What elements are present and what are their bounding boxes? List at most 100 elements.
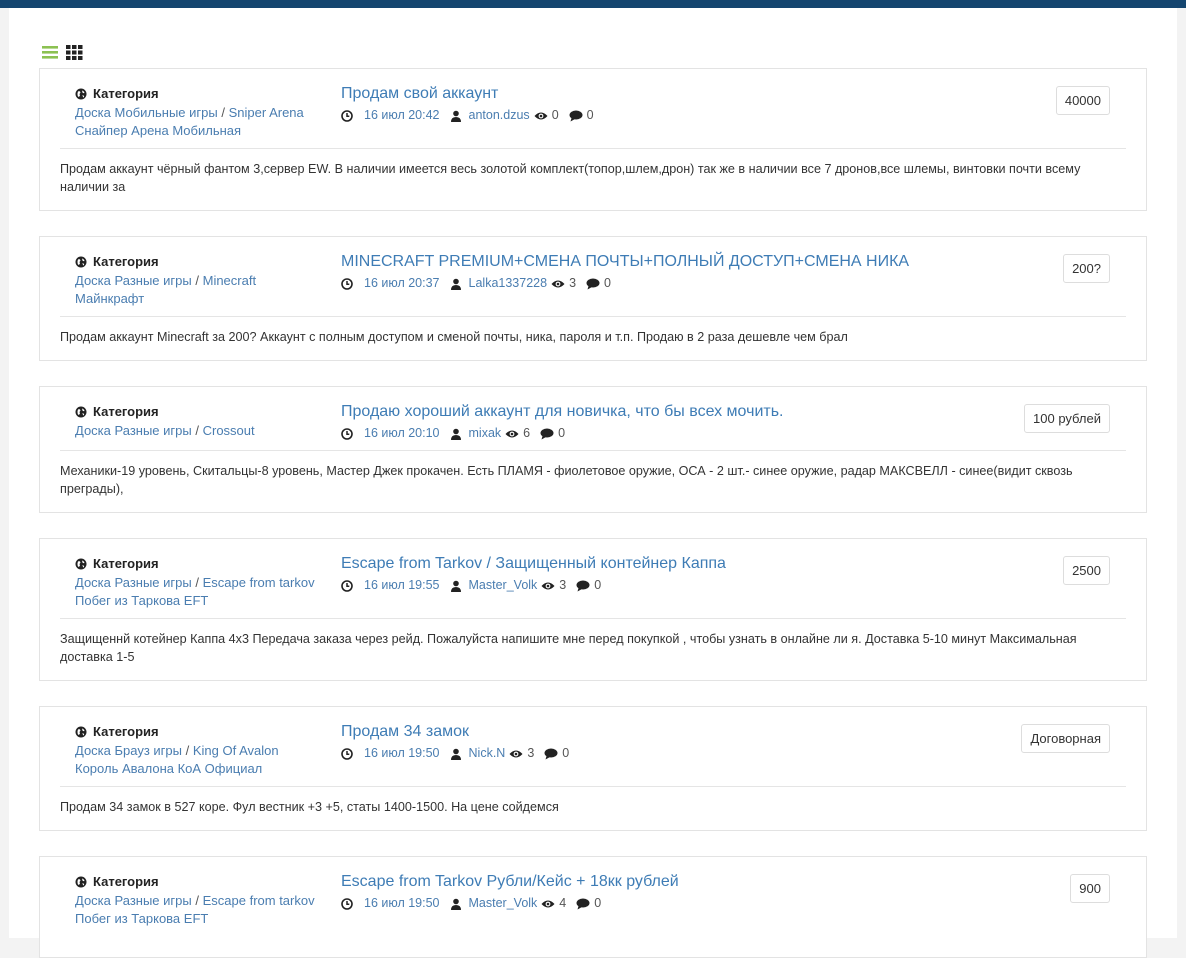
category-parent-link[interactable]: Доска Разные игры: [75, 273, 192, 288]
list-view-icon[interactable]: [42, 44, 58, 60]
listing-description: Продам 34 замок в 527 коре. Фул вестник …: [60, 800, 559, 814]
listing-date[interactable]: 16 июл 20:37: [364, 274, 440, 292]
comment-icon: [576, 579, 590, 592]
user-icon: [450, 579, 462, 592]
clock-icon: [341, 579, 353, 592]
clock-icon: [341, 747, 353, 760]
listing-meta: 16 июл 19:50 Master_Volk 4 0: [341, 894, 601, 912]
comments-count: 0: [604, 276, 611, 290]
comments-count: 0: [594, 896, 602, 910]
listing-description: Защищеннй котейнер Каппа 4x3 Передача за…: [60, 632, 1077, 664]
listing-author[interactable]: Master_Volk: [469, 894, 538, 912]
listing-meta: 16 июл 20:37 Lalka1337228 3 0: [341, 274, 611, 292]
listing-card: Категория Доска Разные игры / Escape fro…: [39, 538, 1147, 681]
listing-date[interactable]: 16 июл 19:50: [364, 894, 440, 912]
card-divider: [60, 316, 1126, 317]
listing-description: Продам аккаунт Minecraft за 200? Аккаунт…: [60, 330, 848, 344]
globe-icon: [75, 406, 87, 418]
views-count: 6: [523, 426, 531, 440]
category-label: Категория: [93, 874, 159, 889]
views-count: 3: [527, 746, 535, 760]
user-icon: [450, 427, 462, 440]
category-child-link[interactable]: Crossout: [203, 423, 255, 438]
category-label: Категория: [93, 404, 159, 419]
category-parent-link[interactable]: Доска Разные игры: [75, 893, 192, 908]
comments-count: 0: [558, 426, 566, 440]
price-badge: 200?: [1063, 254, 1110, 283]
category-parent-link[interactable]: Доска Брауз игры: [75, 743, 182, 758]
category-path: Доска Разные игры / Escape from tarkov П…: [75, 575, 315, 608]
comments-count: 0: [594, 578, 602, 592]
grid-view-icon[interactable]: [66, 44, 83, 60]
category-path: Доска Разные игры / Minecraft Майнкрафт: [75, 273, 257, 306]
category-parent-link[interactable]: Доска Мобильные игры: [75, 105, 218, 120]
price-badge: 2500: [1063, 556, 1110, 585]
listing-title[interactable]: Escape from Tarkov Рубли/Кейс + 18кк руб…: [341, 872, 679, 892]
eye-icon: [541, 897, 555, 909]
listing-date[interactable]: 16 июл 19:50: [364, 744, 440, 762]
user-icon: [450, 747, 462, 760]
comments-count: 0: [562, 746, 570, 760]
clock-icon: [341, 277, 353, 290]
category-parent-link[interactable]: Доска Разные игры: [75, 423, 192, 438]
listing-title[interactable]: Продам 34 замок: [341, 722, 469, 742]
card-divider: [60, 450, 1126, 451]
listing-title[interactable]: MINECRAFT PREMIUM+СМЕНА ПОЧТЫ+ПОЛНЫЙ ДОС…: [341, 252, 909, 272]
listing-date[interactable]: 16 июл 19:55: [364, 576, 440, 594]
user-icon: [450, 897, 462, 910]
user-icon: [450, 109, 462, 122]
listing-author[interactable]: anton.dzus: [469, 106, 530, 124]
category-label: Категория: [93, 724, 159, 739]
listing-card: Категория Доска Разные игры / Minecraft …: [39, 236, 1147, 361]
comment-icon: [576, 897, 590, 910]
clock-icon: [341, 109, 353, 122]
price-badge: 900: [1070, 874, 1110, 903]
listing-date[interactable]: 16 июл 20:42: [364, 106, 440, 124]
eye-icon: [509, 747, 523, 759]
views-count: 3: [559, 578, 567, 592]
globe-icon: [75, 558, 87, 570]
listing-description: Продам аккаунт чёрный фантом 3,сервер EW…: [60, 162, 1081, 194]
card-divider: [60, 148, 1126, 149]
category-label: Категория: [93, 86, 159, 101]
listing-meta: 16 июл 20:10 mixak 6 0: [341, 424, 565, 442]
comment-icon: [569, 109, 583, 122]
card-divider: [60, 786, 1126, 787]
category-label: Категория: [93, 254, 159, 269]
listing-card: Категория Доска Разные игры / Escape fro…: [39, 856, 1147, 958]
comment-icon: [544, 747, 558, 760]
views-count: 3: [569, 276, 577, 290]
eye-icon: [534, 109, 548, 121]
listing-title[interactable]: Escape from Tarkov / Защищенный контейне…: [341, 554, 726, 574]
category-path: Доска Мобильные игры / Sniper Arena Снай…: [75, 105, 304, 138]
category-parent-link[interactable]: Доска Разные игры: [75, 575, 192, 590]
listing-title[interactable]: Продаю хороший аккаунт для новичка, что …: [341, 402, 783, 422]
user-icon: [450, 277, 462, 290]
globe-icon: [75, 256, 87, 268]
listing-title[interactable]: Продам свой аккаунт: [341, 84, 498, 104]
globe-icon: [75, 726, 87, 738]
price-badge: 100 рублей: [1024, 404, 1110, 433]
comment-icon: [586, 277, 600, 290]
listing-author[interactable]: Master_Volk: [469, 576, 538, 594]
listing-date[interactable]: 16 июл 20:10: [364, 424, 440, 442]
listing-meta: 16 июл 20:42 anton.dzus 0 0: [341, 106, 594, 124]
listing-author[interactable]: mixak: [469, 424, 502, 442]
category-path: Доска Разные игры / Escape from tarkov П…: [75, 893, 315, 926]
listing-card: Категория Доска Разные игры / Crossout П…: [39, 386, 1147, 513]
eye-icon: [505, 427, 519, 439]
category-path: Доска Брауз игры / King Of Avalon Король…: [75, 743, 279, 776]
listing-author[interactable]: Nick.N: [469, 744, 506, 762]
top-bar: [0, 0, 1186, 8]
price-badge: Договорная: [1021, 724, 1110, 753]
category-label: Категория: [93, 556, 159, 571]
listing-meta: 16 июл 19:50 Nick.N 3 0: [341, 744, 569, 762]
clock-icon: [341, 427, 353, 440]
listing-card: Категория Доска Мобильные игры / Sniper …: [39, 68, 1147, 211]
card-divider: [60, 618, 1126, 619]
comment-icon: [540, 427, 554, 440]
listing-description: Механики-19 уровень, Скитальцы-8 уровень…: [60, 464, 1073, 496]
category-path: Доска Разные игры / Crossout: [75, 423, 255, 438]
views-count: 0: [551, 108, 559, 122]
listing-author[interactable]: Lalka1337228: [469, 274, 548, 292]
